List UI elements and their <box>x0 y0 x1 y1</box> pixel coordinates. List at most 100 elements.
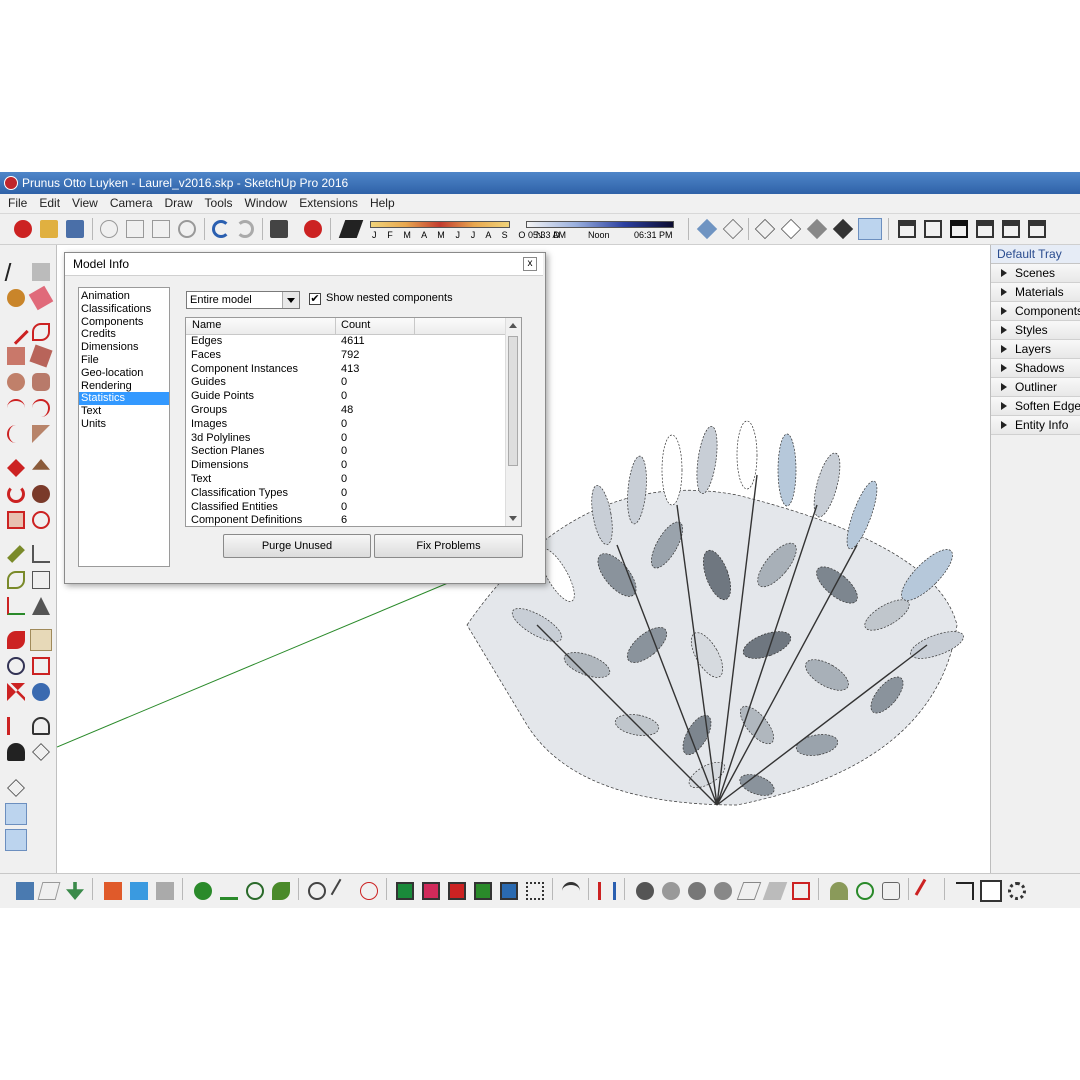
xray-icon[interactable] <box>696 218 718 240</box>
new-icon[interactable] <box>14 220 32 238</box>
follow-me-icon[interactable] <box>32 485 50 503</box>
category-rendering[interactable]: Rendering <box>79 380 169 393</box>
menu-edit[interactable]: Edit <box>33 194 66 213</box>
zoom-icon[interactable] <box>7 657 25 675</box>
scene-check-icon[interactable] <box>474 882 492 900</box>
display-section-planes-icon[interactable] <box>7 779 25 797</box>
menu-file[interactable]: File <box>0 194 33 213</box>
position-camera-icon[interactable] <box>7 717 25 735</box>
scene-delete-icon[interactable] <box>448 882 466 900</box>
sandbox-icon-4[interactable] <box>714 882 732 900</box>
tray-item-soften-edges[interactable]: Soften Edges <box>991 397 1080 416</box>
push-pull-icon[interactable] <box>32 459 50 470</box>
purge-unused-button[interactable]: Purge Unused <box>223 534 371 558</box>
close-button[interactable]: x <box>523 257 537 271</box>
paint-bucket-icon[interactable] <box>7 289 25 307</box>
category-statistics[interactable]: Statistics <box>79 392 169 406</box>
menu-extensions[interactable]: Extensions <box>293 194 364 213</box>
save-icon[interactable] <box>66 220 84 238</box>
previous-view-icon[interactable] <box>32 683 50 701</box>
show-nested-checkbox[interactable]: ✔ <box>309 293 321 305</box>
shadows-toggle-icon[interactable] <box>338 220 364 238</box>
scene-play-icon[interactable] <box>500 882 518 900</box>
protractor-icon[interactable] <box>7 571 25 589</box>
walk-icon[interactable] <box>7 743 25 761</box>
measure-tool-icon[interactable] <box>330 878 356 904</box>
sandbox-icon-2[interactable] <box>662 882 680 900</box>
offset-icon[interactable] <box>32 511 50 529</box>
display-section-fill-icon[interactable] <box>5 829 27 851</box>
back-view-icon[interactable] <box>1002 220 1020 238</box>
tray-item-scenes[interactable]: Scenes <box>991 264 1080 283</box>
text-tool-icon[interactable] <box>32 571 50 589</box>
settings-gear-icon[interactable] <box>1008 882 1026 900</box>
section-plane-icon[interactable] <box>32 743 50 761</box>
solid-tools-icon-1[interactable] <box>830 882 848 900</box>
menu-view[interactable]: View <box>66 194 104 213</box>
dimensions-icon[interactable] <box>32 545 50 563</box>
soften-icon[interactable] <box>562 882 580 900</box>
add-location-icon[interactable] <box>16 882 34 900</box>
back-edges-icon[interactable] <box>722 218 744 240</box>
tape-measure-icon[interactable] <box>7 545 25 563</box>
plant-tree-icon[interactable] <box>194 882 212 900</box>
polygon-icon[interactable] <box>32 373 50 391</box>
zoom-window-icon[interactable] <box>32 657 50 675</box>
sandbox-icon-7[interactable] <box>792 882 810 900</box>
tray-item-components[interactable]: Components <box>991 302 1080 321</box>
pan-icon[interactable] <box>30 629 52 651</box>
menu-camera[interactable]: Camera <box>104 194 159 213</box>
extension-red-cube-icon[interactable] <box>104 882 122 900</box>
leaf-icon[interactable] <box>246 882 264 900</box>
grass-icon[interactable] <box>220 882 238 900</box>
extension-tool-icon[interactable] <box>914 878 940 904</box>
category-animation[interactable]: Animation <box>79 290 169 303</box>
three-point-arc-icon[interactable] <box>7 425 25 443</box>
iso-view-icon[interactable] <box>898 220 916 238</box>
fix-problems-button[interactable]: Fix Problems <box>374 534 523 558</box>
tray-item-layers[interactable]: Layers <box>991 340 1080 359</box>
category-geo-location[interactable]: Geo-location <box>79 367 169 380</box>
scroll-down-icon[interactable] <box>509 516 517 521</box>
category-credits[interactable]: Credits <box>79 328 169 341</box>
shaded-textures-icon[interactable] <box>832 218 854 240</box>
line-icon[interactable] <box>3 319 29 345</box>
tray-item-shadows[interactable]: Shadows <box>991 359 1080 378</box>
menu-draw[interactable]: Draw <box>159 194 199 213</box>
target-icon[interactable] <box>360 882 378 900</box>
hidden-line-icon[interactable] <box>780 218 802 240</box>
column-header-name[interactable]: Name <box>192 319 221 331</box>
display-section-cuts-icon[interactable] <box>5 803 27 825</box>
compass-icon[interactable] <box>308 882 326 900</box>
toggle-terrain-icon[interactable] <box>37 882 61 900</box>
fullscreen-icon[interactable] <box>956 882 974 900</box>
category-file[interactable]: File <box>79 354 169 367</box>
axes-icon[interactable] <box>7 597 25 615</box>
sandbox-icon-1[interactable] <box>636 882 654 900</box>
eraser-icon[interactable] <box>28 285 54 311</box>
solid-tools-icon-3[interactable] <box>882 882 900 900</box>
make-component-icon[interactable] <box>32 263 50 281</box>
axes-toggle-icon[interactable] <box>598 882 616 900</box>
tray-panel-icon[interactable] <box>980 880 1002 902</box>
print-icon[interactable] <box>270 220 288 238</box>
scale-icon[interactable] <box>7 511 25 529</box>
sandbox-icon-6[interactable] <box>762 882 788 900</box>
rotate-icon[interactable] <box>7 485 25 503</box>
undo-icon[interactable] <box>212 220 230 238</box>
shrub-icon[interactable] <box>272 882 290 900</box>
menu-window[interactable]: Window <box>239 194 294 213</box>
extension-grey-cube-icon[interactable] <box>156 882 174 900</box>
tray-item-materials[interactable]: Materials <box>991 283 1080 302</box>
extension-blue-cube-icon[interactable] <box>130 882 148 900</box>
scene-pink-icon[interactable] <box>422 882 440 900</box>
solid-tools-icon-2[interactable] <box>856 882 874 900</box>
table-scrollbar[interactable] <box>505 318 521 526</box>
top-view-icon[interactable] <box>924 220 942 238</box>
monochrome-icon[interactable] <box>858 218 882 240</box>
get-models-icon[interactable] <box>66 882 84 900</box>
orbit-icon[interactable] <box>7 631 25 649</box>
shaded-icon[interactable] <box>806 218 828 240</box>
menu-help[interactable]: Help <box>364 194 401 213</box>
paste-icon[interactable] <box>152 220 170 238</box>
